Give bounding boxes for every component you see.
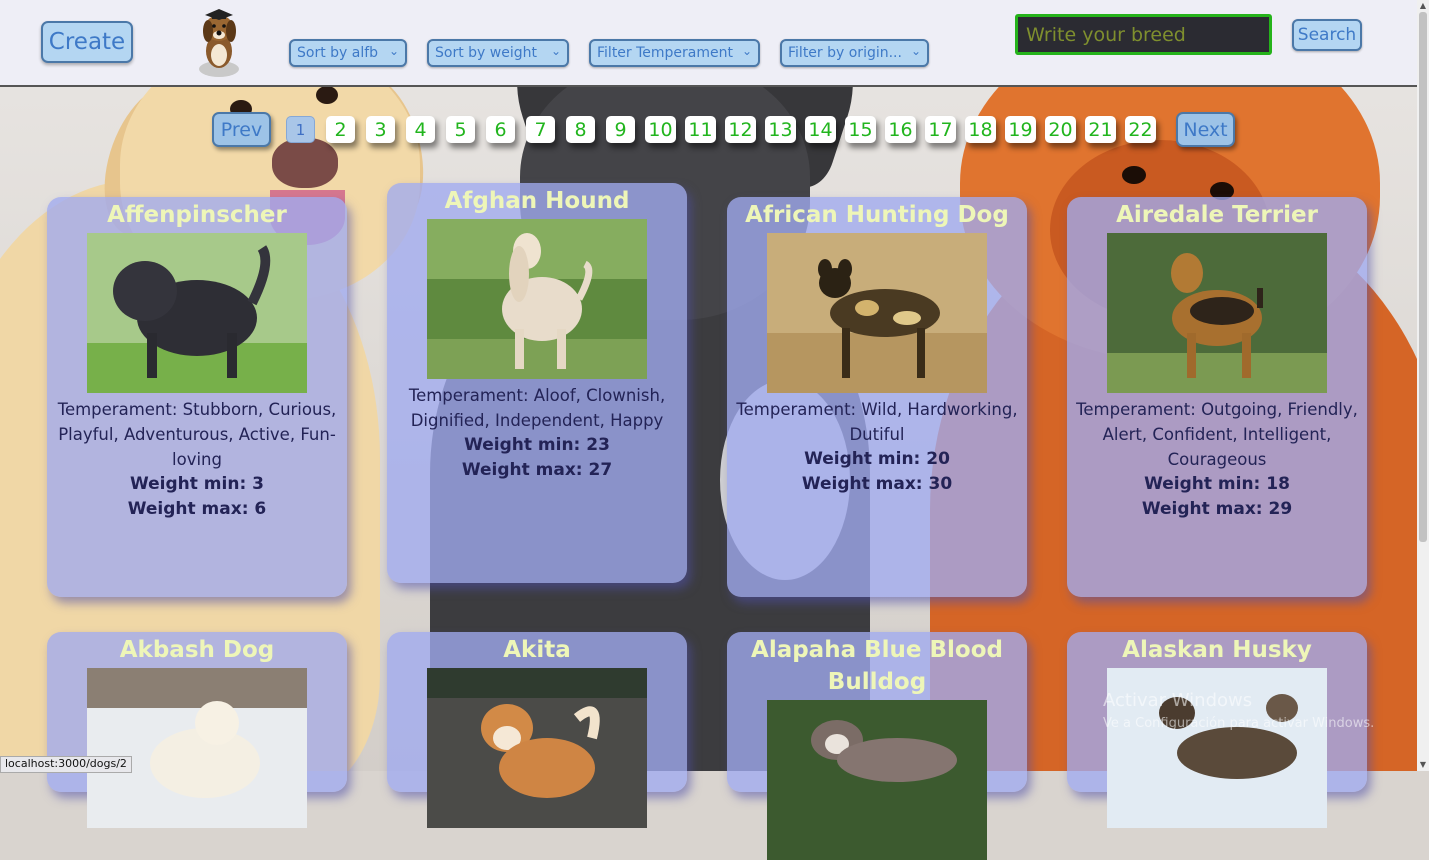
dog-card[interactable]: Afghan Hound Temperament: Aloof, Clownis… [387, 183, 687, 583]
pagination: Prev 1 2 3 4 5 6 7 8 9 10 11 12 13 14 15… [0, 112, 1429, 148]
page-20-button[interactable]: 20 [1045, 116, 1076, 143]
page-13-button[interactable]: 13 [765, 116, 796, 143]
next-page-button[interactable]: Next [1176, 112, 1235, 147]
dog-name: Affenpinscher [107, 202, 287, 228]
chevron-down-icon: ⌄ [550, 44, 561, 58]
page-4-button[interactable]: 4 [406, 116, 435, 143]
dog-temperament: Temperament: Aloof, Clownish, Dignified,… [408, 386, 666, 430]
page-21-button[interactable]: 21 [1085, 116, 1116, 143]
breed-search-input[interactable] [1015, 14, 1272, 55]
create-button[interactable]: Create [41, 21, 133, 63]
dog-weight-min: Weight min: 18 [1144, 474, 1290, 494]
windows-activation-title: Activar Windows [1103, 690, 1253, 711]
scrollbar-thumb[interactable] [1419, 12, 1427, 542]
dog-weight-min: Weight min: 23 [464, 435, 610, 455]
dog-photo [427, 219, 647, 379]
filter-temperament-label: Filter Temperament [597, 45, 733, 61]
page-12-button[interactable]: 12 [725, 116, 756, 143]
sort-alpha-label: Sort by alfb [297, 45, 379, 61]
dog-name: Afghan Hound [444, 188, 630, 214]
dog-weight-min: Weight min: 20 [804, 449, 950, 469]
search-button[interactable]: Search [1292, 19, 1362, 51]
page-3-button[interactable]: 3 [366, 116, 395, 143]
dog-temperament: Temperament: Stubborn, Curious, Playful,… [57, 400, 337, 469]
status-bar-url: localhost:3000/dogs/2 [0, 756, 132, 773]
windows-activation-subtitle: Ve a Configuración para activar Windows. [1103, 716, 1375, 731]
dog-name: African Hunting Dog [745, 202, 1009, 228]
prev-page-button[interactable]: Prev [212, 112, 271, 147]
page-15-button[interactable]: 15 [845, 116, 876, 143]
dog-photo [1107, 233, 1327, 393]
chevron-down-icon: ⌄ [741, 44, 752, 58]
dog-weight-max: Weight max: 29 [1141, 499, 1293, 519]
dog-card[interactable]: African Hunting Dog Temperament: Wild, H… [727, 197, 1027, 597]
dog-card[interactable]: Airedale Terrier Temperament: Outgoing, … [1067, 197, 1367, 597]
page-11-button[interactable]: 11 [685, 116, 716, 143]
chevron-down-icon: ⌄ [910, 44, 921, 58]
scroll-up-icon[interactable]: ▲ [1417, 0, 1429, 12]
dog-card[interactable]: Alapaha Blue Blood Bulldog [727, 632, 1027, 860]
page-7-button[interactable]: 7 [526, 116, 555, 143]
dog-weight-min: Weight min: 3 [129, 474, 264, 494]
page-18-button[interactable]: 18 [965, 116, 996, 143]
dog-card[interactable]: Alaskan Husky [1067, 632, 1367, 828]
sort-alpha-select[interactable]: Sort by alfb ⌄ [289, 39, 407, 67]
page-9-button[interactable]: 9 [606, 116, 635, 143]
chevron-down-icon: ⌄ [388, 44, 399, 58]
dog-temperament: Temperament: Wild, Hardworking, Dutiful [736, 400, 1018, 444]
page-17-button[interactable]: 17 [925, 116, 956, 143]
page-8-button[interactable]: 8 [566, 116, 595, 143]
page-14-button[interactable]: 14 [805, 116, 836, 143]
page-5-button[interactable]: 5 [446, 116, 475, 143]
page-16-button[interactable]: 16 [885, 116, 916, 143]
dog-photo [767, 700, 987, 860]
page-10-button[interactable]: 10 [645, 116, 676, 143]
dog-name: Alaskan Husky [1122, 637, 1312, 663]
dog-weight-max: Weight max: 6 [127, 499, 267, 519]
dog-photo [87, 668, 307, 828]
sort-weight-label: Sort by weight [435, 45, 537, 61]
page-22-button[interactable]: 22 [1125, 116, 1156, 143]
dog-name: Alapaha Blue Blood Bulldog [751, 637, 1003, 695]
dog-weight-max: Weight max: 27 [461, 460, 613, 480]
filter-temperament-select[interactable]: Filter Temperament ⌄ [589, 39, 760, 67]
page-19-button[interactable]: 19 [1005, 116, 1036, 143]
scroll-down-icon[interactable]: ▼ [1417, 759, 1429, 771]
page-1-button[interactable]: 1 [286, 116, 315, 143]
sort-weight-select[interactable]: Sort by weight ⌄ [427, 39, 569, 67]
dog-temperament: Temperament: Outgoing, Friendly, Alert, … [1076, 400, 1358, 469]
page-2-button[interactable]: 2 [326, 116, 355, 143]
dog-card[interactable]: Affenpinscher Temperament: Stubborn, Cur… [47, 197, 347, 597]
page-6-button[interactable]: 6 [486, 116, 515, 143]
filter-origin-select[interactable]: Filter by origin... ⌄ [780, 39, 929, 67]
dog-card[interactable]: Akita [387, 632, 687, 828]
dog-photo [767, 233, 987, 393]
dog-weight-max: Weight max: 30 [801, 474, 953, 494]
dog-logo-icon [199, 9, 239, 77]
dog-name: Airedale Terrier [1116, 202, 1318, 228]
dog-photo [87, 233, 307, 393]
navbar: Create Sort by alfb ⌄ Sort by weight ⌄ F… [0, 0, 1429, 87]
vertical-scrollbar[interactable]: ▲ ▼ [1417, 0, 1429, 771]
filter-origin-label: Filter by origin... [788, 45, 902, 61]
dog-name: Akita [503, 637, 571, 663]
dog-photo [427, 668, 647, 828]
dog-name: Akbash Dog [119, 637, 275, 663]
